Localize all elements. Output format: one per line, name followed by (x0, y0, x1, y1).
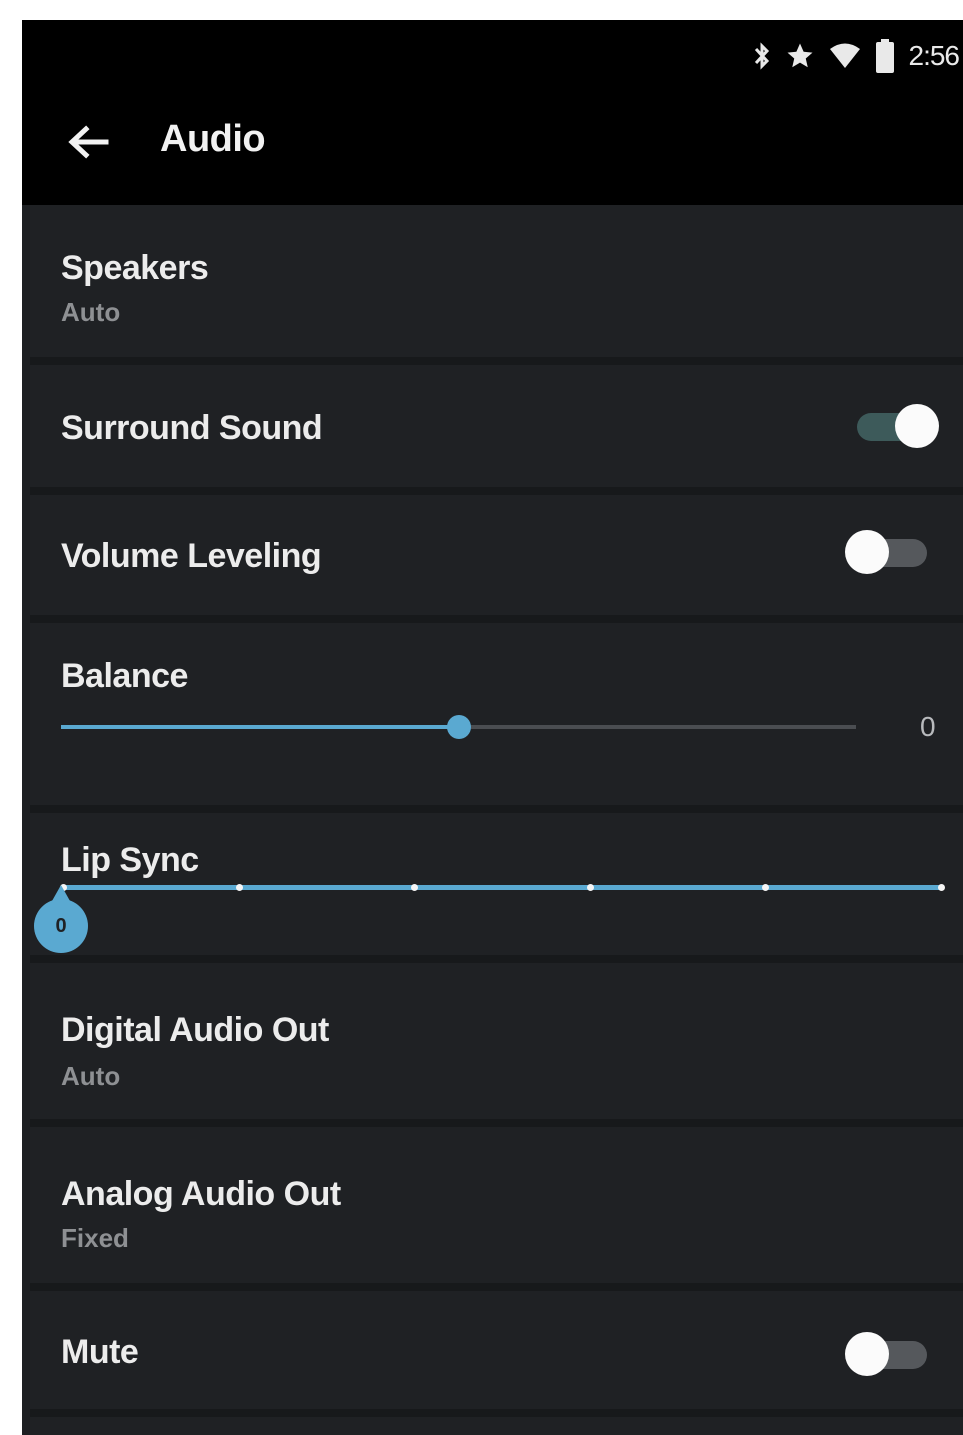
balance-value: 0 (920, 711, 936, 742)
lip-sync-step-dot (938, 884, 945, 891)
setting-balance: Balance 0 (30, 623, 963, 813)
arrow-left-icon (66, 124, 110, 165)
setting-mute[interactable]: Mute (30, 1291, 963, 1417)
page-title: Audio (160, 118, 266, 160)
wifi-icon (829, 42, 861, 70)
setting-label: Balance (61, 657, 188, 695)
setting-value: Fixed (61, 1223, 129, 1253)
status-time: 2:56 (908, 40, 960, 71)
surround-sound-toggle[interactable] (853, 401, 939, 451)
back-button[interactable] (60, 120, 116, 168)
balance-slider-fill (61, 725, 459, 729)
lip-sync-value: 0 (55, 914, 67, 937)
setting-label: Analog Audio Out (61, 1175, 341, 1213)
setting-digital-audio-out[interactable]: Digital Audio Out Auto (30, 963, 963, 1127)
toggle-thumb (895, 404, 939, 448)
setting-next-row[interactable] (30, 1417, 963, 1435)
lip-sync-value-bubble[interactable]: 0 (34, 899, 88, 953)
android-screen: 2:56 Audio Speakers Auto Surround Sound (22, 20, 963, 1435)
setting-value: Auto (61, 1061, 121, 1091)
star-icon (785, 41, 815, 71)
bluetooth-icon (753, 41, 771, 71)
battery-icon (875, 39, 895, 73)
setting-label: Lip Sync (61, 841, 199, 879)
status-bar: 2:56 (753, 36, 960, 76)
volume-leveling-toggle[interactable] (845, 527, 931, 577)
lip-sync-bubble-pointer (52, 885, 70, 901)
setting-label: Surround Sound (61, 409, 323, 447)
setting-label: Volume Leveling (61, 537, 322, 575)
setting-value: Auto (61, 297, 121, 327)
setting-label: Speakers (61, 249, 209, 287)
setting-volume-leveling[interactable]: Volume Leveling (30, 495, 963, 623)
toggle-thumb (845, 530, 889, 574)
setting-lip-sync: Lip Sync 0 (30, 813, 963, 963)
setting-label: Mute (61, 1333, 139, 1371)
settings-list: Speakers Auto Surround Sound Volume Leve… (30, 205, 963, 1435)
app-bar: 2:56 Audio (22, 20, 963, 205)
toggle-thumb (845, 1332, 889, 1376)
lip-sync-slider-track[interactable] (63, 885, 941, 890)
lip-sync-step-dot (586, 884, 594, 891)
mute-toggle[interactable] (845, 1329, 931, 1379)
balance-slider-thumb[interactable] (446, 715, 471, 739)
setting-analog-audio-out[interactable]: Analog Audio Out Fixed (30, 1127, 963, 1291)
setting-label: Digital Audio Out (61, 1011, 329, 1049)
setting-surround-sound[interactable]: Surround Sound (30, 365, 963, 495)
setting-speakers[interactable]: Speakers Auto (30, 205, 963, 365)
lip-sync-step-dot (235, 884, 243, 891)
